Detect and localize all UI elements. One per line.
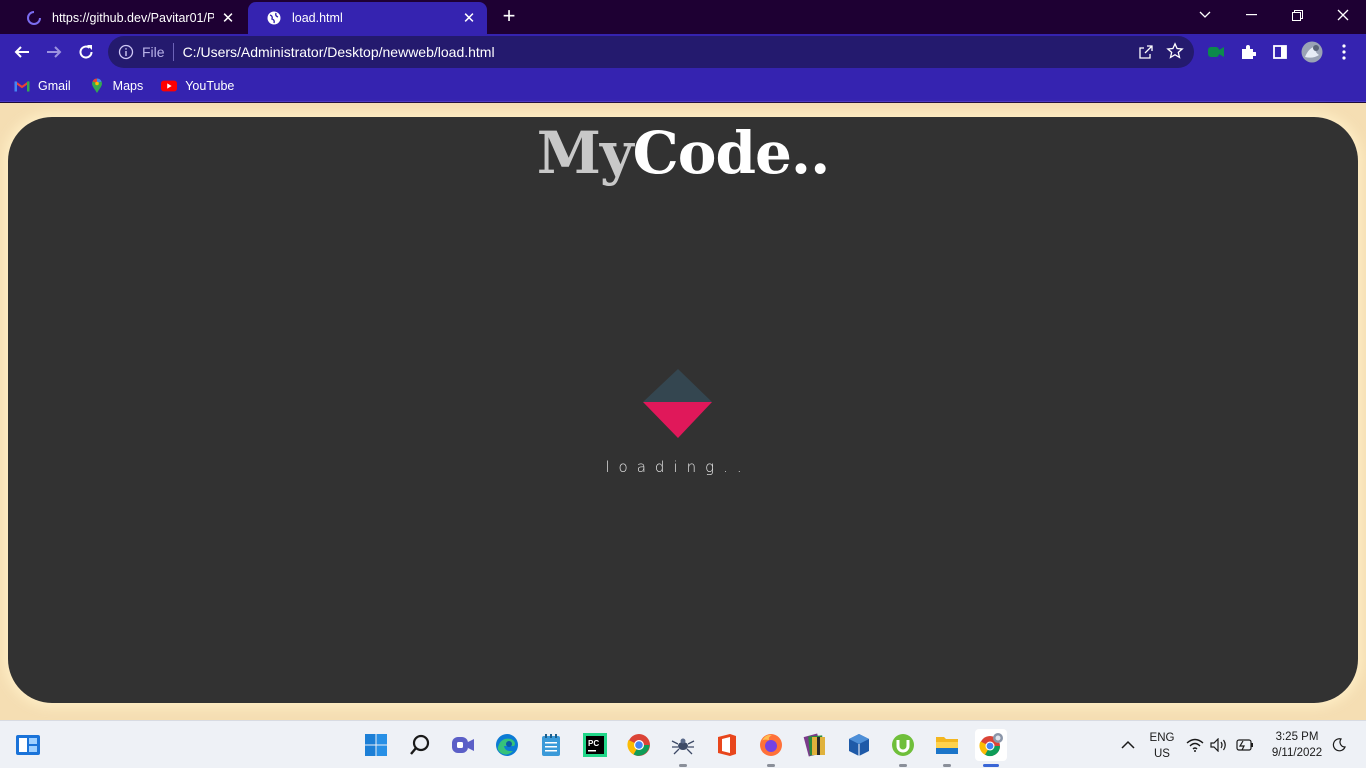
region-label: US bbox=[1154, 748, 1170, 760]
language-indicator[interactable]: ENG US bbox=[1140, 730, 1184, 762]
spider-icon[interactable] bbox=[667, 729, 699, 767]
pycharm-icon[interactable]: PC bbox=[579, 729, 611, 761]
loading-text: loading.. bbox=[605, 458, 751, 476]
diamond-loader-icon bbox=[643, 369, 712, 438]
arrow-left-icon bbox=[14, 46, 29, 58]
gmail-icon bbox=[14, 78, 30, 94]
wifi-icon[interactable] bbox=[1184, 729, 1206, 761]
extensions-button[interactable] bbox=[1234, 38, 1262, 66]
extension-meet-button[interactable] bbox=[1202, 38, 1230, 66]
brand-title-part1: My bbox=[536, 119, 634, 187]
widgets-icon[interactable] bbox=[12, 729, 44, 761]
bookmark-label: Gmail bbox=[38, 78, 71, 93]
bookmark-gmail[interactable]: Gmail bbox=[14, 78, 71, 94]
meet-icon bbox=[1208, 47, 1224, 57]
tab-title: https://github.dev/Pavitar01/Pers bbox=[52, 11, 214, 25]
bookmark-star-icon[interactable] bbox=[1166, 42, 1184, 60]
restore-button[interactable] bbox=[1274, 0, 1320, 30]
scheme-label: File bbox=[142, 44, 165, 60]
bookmark-maps[interactable]: Maps bbox=[89, 78, 144, 94]
info-icon[interactable] bbox=[118, 44, 134, 60]
utorrent-icon[interactable] bbox=[887, 729, 919, 767]
clock[interactable]: 3:25 PM 9/11/2022 bbox=[1262, 729, 1332, 761]
more-vert-icon bbox=[1342, 44, 1346, 60]
brand-title: MyCode.. bbox=[8, 119, 1358, 187]
close-window-button[interactable] bbox=[1320, 0, 1366, 30]
running-indicator bbox=[899, 764, 907, 767]
chrome-icon[interactable] bbox=[623, 729, 655, 761]
arrow-right-icon bbox=[47, 46, 62, 58]
search-icon[interactable] bbox=[404, 729, 436, 761]
windows-taskbar: PC ENG US 3:25 PM 9/11/2022 bbox=[0, 720, 1366, 768]
close-icon[interactable]: ✕ bbox=[461, 10, 477, 27]
firefox-icon[interactable] bbox=[755, 729, 787, 767]
reload-icon bbox=[79, 45, 93, 59]
bookmark-label: Maps bbox=[112, 78, 144, 93]
bookmark-youtube[interactable]: YouTube bbox=[161, 78, 234, 94]
focus-assist-icon[interactable] bbox=[1330, 729, 1348, 761]
winrar-icon[interactable] bbox=[799, 729, 831, 761]
new-tab-button[interactable]: + bbox=[498, 5, 520, 28]
maps-icon bbox=[89, 78, 105, 94]
meet-icon[interactable] bbox=[447, 729, 479, 761]
tab-title: load.html bbox=[292, 11, 343, 25]
minimize-icon bbox=[1245, 14, 1257, 16]
menu-button[interactable] bbox=[1330, 38, 1358, 66]
back-button[interactable] bbox=[8, 38, 36, 66]
chrome-active-icon[interactable] bbox=[975, 729, 1007, 767]
running-indicator bbox=[679, 764, 687, 767]
loading-spinner-icon bbox=[26, 10, 42, 26]
tab-github[interactable]: https://github.dev/Pavitar01/Pers ✕ bbox=[8, 2, 246, 34]
running-indicator bbox=[983, 764, 999, 767]
tab-load-html[interactable]: load.html ✕ bbox=[248, 2, 487, 34]
side-panel-button[interactable] bbox=[1266, 38, 1294, 66]
minimize-button[interactable] bbox=[1228, 0, 1274, 30]
close-icon bbox=[1337, 9, 1349, 21]
svg-text:PC: PC bbox=[588, 739, 599, 748]
volume-icon[interactable] bbox=[1208, 729, 1230, 761]
tab-strip: https://github.dev/Pavitar01/Pers ✕ load… bbox=[0, 0, 1366, 34]
file-explorer-icon[interactable] bbox=[931, 729, 963, 767]
globe-icon bbox=[266, 10, 282, 26]
puzzle-icon bbox=[1242, 45, 1256, 59]
start-icon[interactable] bbox=[360, 729, 392, 761]
url-text[interactable]: C:/Users/Administrator/Desktop/newweb/lo… bbox=[183, 44, 495, 60]
omnibox-divider bbox=[172, 43, 174, 61]
page-viewport: MyCode.. loading.. bbox=[0, 103, 1366, 720]
restore-icon bbox=[1291, 9, 1303, 21]
browser-toolbar: File C:/Users/Administrator/Desktop/neww… bbox=[0, 34, 1366, 70]
forward-button[interactable] bbox=[40, 38, 68, 66]
avatar-icon bbox=[1301, 41, 1323, 63]
running-indicator bbox=[767, 764, 775, 767]
bookmark-label: YouTube bbox=[185, 78, 235, 93]
bookmarks-bar: Gmail Maps YouTube bbox=[0, 70, 1366, 102]
tab-search-button[interactable] bbox=[1182, 0, 1228, 30]
loading-card: MyCode.. loading.. bbox=[8, 117, 1358, 703]
share-icon[interactable] bbox=[1138, 44, 1154, 60]
profile-avatar[interactable] bbox=[1298, 38, 1326, 66]
address-bar[interactable]: File C:/Users/Administrator/Desktop/neww… bbox=[108, 36, 1194, 68]
running-indicator bbox=[943, 764, 951, 767]
brand-title-part2: Code.. bbox=[632, 119, 831, 187]
time-label: 3:25 PM bbox=[1275, 731, 1319, 743]
chevron-down-icon bbox=[1199, 11, 1211, 18]
reload-button[interactable] bbox=[72, 38, 100, 66]
youtube-icon bbox=[161, 78, 178, 94]
close-icon[interactable]: ✕ bbox=[220, 10, 236, 27]
language-label: ENG bbox=[1149, 732, 1175, 744]
side-panel-icon bbox=[1273, 45, 1287, 59]
chevron-up-icon bbox=[1121, 740, 1135, 749]
date-label: 9/11/2022 bbox=[1271, 747, 1323, 759]
office-icon[interactable] bbox=[711, 729, 743, 761]
virtualbox-icon[interactable] bbox=[843, 729, 875, 761]
notepad-icon[interactable] bbox=[535, 729, 567, 761]
edge-icon[interactable] bbox=[491, 729, 523, 761]
battery-icon[interactable] bbox=[1232, 729, 1256, 761]
